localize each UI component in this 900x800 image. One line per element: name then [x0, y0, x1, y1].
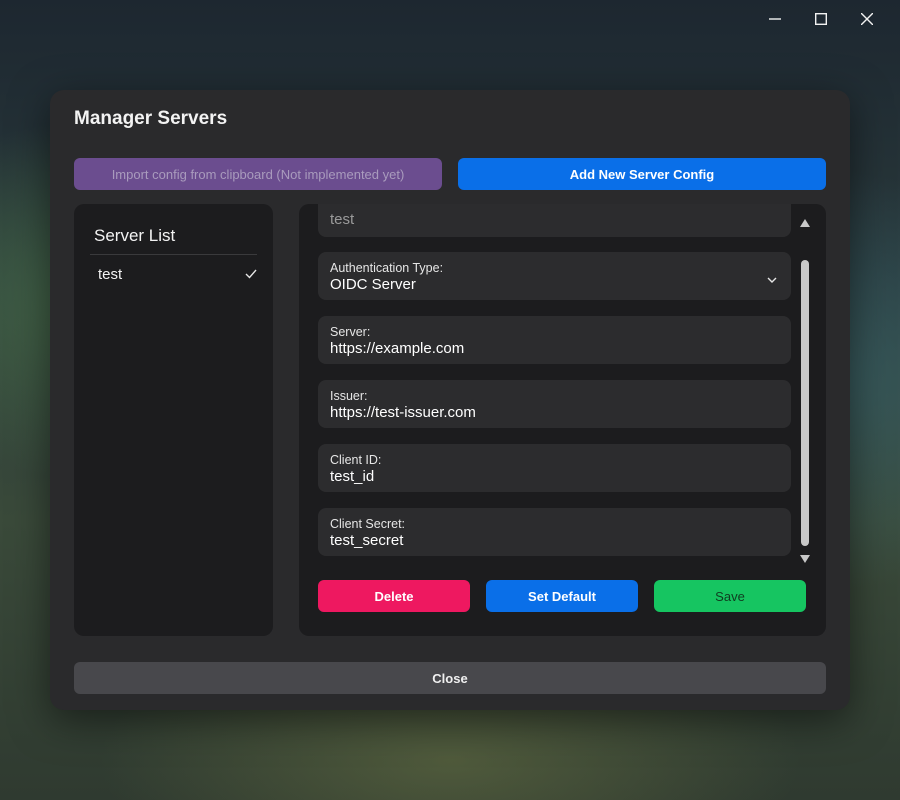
divider	[90, 254, 257, 255]
maximize-icon	[815, 13, 827, 25]
auth-type-select[interactable]: Authentication Type: OIDC Server	[318, 252, 791, 300]
server-name-field[interactable]: test	[318, 204, 791, 237]
client-secret-label: Client Secret:	[330, 517, 406, 531]
auth-type-value: OIDC Server	[330, 276, 416, 293]
server-url-field[interactable]: Server: https://example.com	[318, 316, 791, 364]
close-dialog-button[interactable]: Close	[74, 662, 826, 694]
window-close-button[interactable]	[844, 6, 890, 32]
add-server-config-button[interactable]: Add New Server Config	[458, 158, 826, 190]
chevron-down-icon	[767, 270, 777, 288]
close-icon	[861, 13, 873, 25]
server-url-label: Server:	[330, 325, 371, 339]
client-id-label: Client ID:	[330, 453, 382, 467]
server-list-title: Server List	[94, 226, 176, 245]
scroll-down-arrow-icon[interactable]	[800, 554, 810, 564]
server-list-panel: Server List test	[74, 204, 273, 636]
scrollbar-thumb[interactable]	[801, 260, 809, 546]
delete-button[interactable]: Delete	[318, 580, 470, 612]
scroll-up-arrow-icon[interactable]	[800, 218, 810, 228]
issuer-value: https://test-issuer.com	[330, 404, 476, 421]
checkmark-icon	[245, 269, 257, 279]
client-id-value: test_id	[330, 468, 375, 485]
maximize-button[interactable]	[798, 6, 844, 32]
form-scrollbar[interactable]	[797, 214, 813, 564]
minimize-icon	[769, 18, 781, 20]
manage-servers-dialog: Manager Servers Import config from clipb…	[50, 90, 850, 710]
server-config-form: test Authentication Type: OIDC Server Se…	[299, 204, 826, 636]
dialog-title: Manager Servers	[74, 108, 228, 129]
issuer-label: Issuer:	[330, 389, 368, 403]
issuer-field[interactable]: Issuer: https://test-issuer.com	[318, 380, 791, 428]
minimize-button[interactable]	[752, 6, 798, 32]
auth-type-label: Authentication Type:	[330, 261, 444, 275]
save-button[interactable]: Save	[654, 580, 806, 612]
import-config-button[interactable]: Import config from clipboard (Not implem…	[74, 158, 442, 190]
client-secret-field[interactable]: Client Secret: test_secret	[318, 508, 791, 556]
server-list-item[interactable]: test	[86, 260, 257, 288]
client-id-field[interactable]: Client ID: test_id	[318, 444, 791, 492]
server-url-value: https://example.com	[330, 340, 465, 357]
server-name-value: test	[330, 211, 355, 228]
client-secret-value: test_secret	[330, 532, 404, 549]
window-controls	[752, 6, 890, 32]
set-default-button[interactable]: Set Default	[486, 580, 638, 612]
server-item-label: test	[98, 265, 123, 283]
